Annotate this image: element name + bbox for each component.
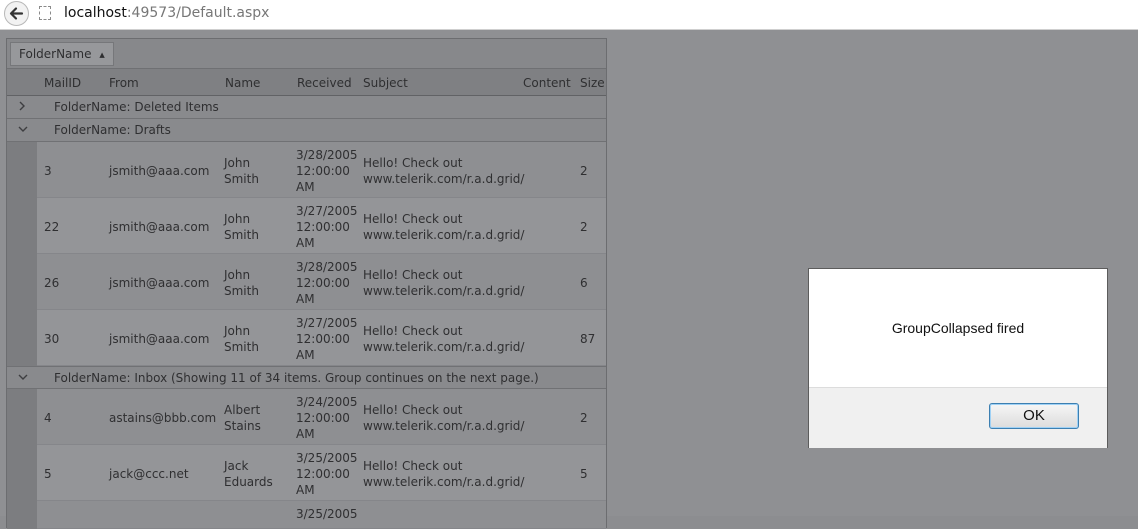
table-row[interactable]: 3/25/2005: [37, 501, 606, 529]
dialog-body: GroupCollapsed fired: [809, 269, 1107, 387]
group-indent: [7, 389, 37, 529]
url-field[interactable]: localhost:49573/Default.aspx: [64, 5, 269, 21]
cell-subject: Hello! Check out www.telerik.com/r.a.d.g…: [363, 459, 525, 489]
back-button[interactable]: [4, 1, 29, 26]
cell-name: Jack Eduards: [224, 459, 273, 489]
table-row[interactable]: 4 astains@bbb.com Albert Stains 3/24/200…: [37, 389, 606, 445]
cell-mailid: 3: [44, 164, 52, 178]
column-header-content[interactable]: Content: [523, 76, 571, 90]
column-header-row: MailID From Name Received Subject Conten…: [7, 69, 606, 96]
url-host: localhost: [64, 5, 127, 21]
cell-from: jack@ccc.net: [109, 467, 189, 481]
mail-grid: FolderName ▲ MailID From Name Received S…: [6, 38, 607, 529]
table-row[interactable]: 30 jsmith@aaa.com John Smith 3/27/2005 1…: [37, 310, 606, 366]
expand-chevron-icon[interactable]: [16, 99, 28, 116]
collapse-chevron-icon[interactable]: [16, 370, 30, 387]
cell-name: John Smith: [224, 324, 259, 354]
group-chip-foldername[interactable]: FolderName ▲: [10, 42, 114, 66]
table-row[interactable]: 5 jack@ccc.net Jack Eduards 3/25/2005 12…: [37, 445, 606, 501]
cell-subject: Hello! Check out www.telerik.com/r.a.d.g…: [363, 156, 525, 186]
cell-received: 3/27/2005 12:00:00 AM: [296, 316, 358, 362]
group-indent: [7, 142, 37, 366]
cell-subject: Hello! Check out www.telerik.com/r.a.d.g…: [363, 403, 525, 433]
cell-mailid: 30: [44, 332, 60, 346]
cell-name: John Smith: [224, 212, 259, 242]
column-header-mailid[interactable]: MailID: [44, 76, 81, 90]
page-content: FolderName ▲ MailID From Name Received S…: [0, 30, 1138, 529]
dialog-footer: OK: [809, 387, 1107, 448]
column-header-size[interactable]: Size: [580, 76, 605, 90]
cell-name: Albert Stains: [224, 403, 261, 433]
cell-received: 3/28/2005 12:00:00 AM: [296, 260, 358, 306]
browser-address-bar: localhost:49573/Default.aspx: [0, 0, 1138, 30]
cell-subject: Hello! Check out www.telerik.com/r.a.d.g…: [363, 268, 525, 298]
dialog-message: GroupCollapsed fired: [891, 320, 1025, 336]
group-chip-label: FolderName: [19, 47, 92, 61]
group-title: FolderName: Deleted Items: [54, 100, 219, 114]
cell-mailid: 22: [44, 220, 60, 234]
cell-size: 2: [580, 220, 588, 234]
cell-mailid: 26: [44, 276, 60, 290]
cell-size: 2: [580, 411, 588, 425]
cell-size: 6: [580, 276, 588, 290]
group-title: FolderName: Drafts: [54, 123, 171, 137]
arrow-left-icon: [9, 7, 24, 20]
column-header-from[interactable]: From: [109, 76, 139, 90]
url-path: :49573/Default.aspx: [126, 5, 270, 21]
table-row[interactable]: 22 jsmith@aaa.com John Smith 3/27/2005 1…: [37, 198, 606, 254]
cell-subject: Hello! Check out www.telerik.com/r.a.d.g…: [363, 212, 525, 242]
page-icon: [39, 6, 51, 20]
column-header-subject[interactable]: Subject: [363, 76, 408, 90]
cell-subject: Hello! Check out www.telerik.com/r.a.d.g…: [363, 324, 525, 354]
cell-name: John Smith: [224, 268, 259, 298]
column-header-name[interactable]: Name: [225, 76, 260, 90]
sort-ascending-icon: ▲: [99, 51, 105, 59]
cell-size: 87: [580, 332, 596, 346]
cell-received: 3/24/2005 12:00:00 AM: [296, 395, 358, 441]
column-header-received[interactable]: Received: [297, 76, 352, 90]
alert-dialog: GroupCollapsed fired OK: [808, 268, 1108, 448]
group-panel: FolderName ▲: [7, 39, 606, 69]
cell-from: astains@bbb.com: [109, 411, 217, 425]
group-row-deleted-items: FolderName: Deleted Items: [7, 96, 606, 119]
cell-from: jsmith@aaa.com: [109, 164, 210, 178]
table-row[interactable]: 26 jsmith@aaa.com John Smith 3/28/2005 1…: [37, 254, 606, 310]
table-row[interactable]: 3 jsmith@aaa.com John Smith 3/28/2005 12…: [37, 142, 606, 198]
cell-size: 5: [580, 467, 588, 481]
cell-size: 2: [580, 164, 588, 178]
cell-received: 3/25/2005 12:00:00 AM: [296, 451, 358, 497]
group-row-drafts: FolderName: Drafts: [7, 119, 606, 142]
cell-from: jsmith@aaa.com: [109, 332, 210, 346]
cell-mailid: 5: [44, 467, 52, 481]
cell-from: jsmith@aaa.com: [109, 276, 210, 290]
cell-received: 3/25/2005: [296, 507, 358, 521]
cell-received: 3/27/2005 12:00:00 AM: [296, 204, 358, 250]
cell-from: jsmith@aaa.com: [109, 220, 210, 234]
cell-mailid: 4: [44, 411, 52, 425]
group-title: FolderName: Inbox (Showing 11 of 34 item…: [54, 371, 539, 385]
collapse-chevron-icon[interactable]: [16, 122, 30, 139]
ok-button[interactable]: OK: [989, 403, 1079, 429]
cell-name: John Smith: [224, 156, 259, 186]
cell-received: 3/28/2005 12:00:00 AM: [296, 148, 358, 194]
group-row-inbox: FolderName: Inbox (Showing 11 of 34 item…: [7, 366, 606, 389]
